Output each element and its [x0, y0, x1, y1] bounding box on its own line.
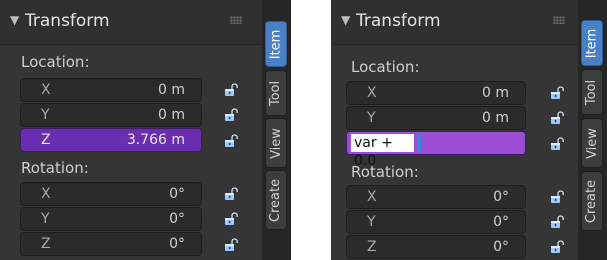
axis-label: Y: [41, 211, 50, 227]
lock-icon[interactable]: [550, 137, 564, 151]
location-x-field[interactable]: X 0 m: [346, 81, 526, 105]
field-value: 0 m: [158, 107, 185, 123]
axis-label: Z: [367, 239, 377, 255]
location-y-field[interactable]: Y 0 m: [20, 103, 202, 127]
drag-grip-icon[interactable]: [553, 16, 565, 24]
rotation-x-field[interactable]: X 0°: [20, 182, 202, 206]
rotation-z-field[interactable]: Z 0°: [346, 235, 526, 259]
tab-create[interactable]: Create: [265, 170, 287, 230]
field-value: 0 m: [482, 85, 509, 101]
lock-icon[interactable]: [550, 86, 564, 100]
transform-panel-right: ▼ Transform Location: X 0 m Y 0 m var + …: [331, 0, 607, 260]
tab-create[interactable]: Create: [581, 171, 603, 231]
axis-label: Z: [41, 132, 51, 148]
transform-panel-header[interactable]: ▼ Transform: [331, 0, 578, 45]
tab-view[interactable]: View: [265, 118, 287, 168]
lock-icon[interactable]: [550, 240, 564, 254]
text-cursor: [417, 134, 421, 152]
rotation-z-field[interactable]: Z 0°: [20, 232, 202, 256]
field-value: 0°: [169, 236, 185, 252]
collapse-arrow-icon[interactable]: ▼: [10, 13, 19, 27]
lock-icon[interactable]: [224, 187, 238, 201]
lock-icon[interactable]: [550, 190, 564, 204]
field-value: 0 m: [482, 110, 509, 126]
lock-icon[interactable]: [224, 238, 238, 252]
collapse-arrow-icon[interactable]: ▼: [341, 13, 350, 27]
tab-tool[interactable]: Tool: [265, 70, 287, 116]
drag-grip-icon[interactable]: [230, 16, 242, 24]
tab-item[interactable]: Item: [265, 21, 287, 67]
location-label: Location:: [351, 58, 420, 76]
transform-panel-header[interactable]: ▼ Transform: [0, 0, 262, 45]
tab-tool[interactable]: Tool: [581, 69, 603, 115]
field-value: 0°: [493, 239, 509, 255]
field-value: 0°: [493, 189, 509, 205]
field-value: 0°: [493, 214, 509, 230]
lock-icon[interactable]: [224, 134, 238, 148]
axis-label: Y: [367, 214, 376, 230]
axis-label: X: [41, 186, 51, 202]
location-x-field[interactable]: X 0 m: [20, 78, 202, 102]
location-z-field[interactable]: Z 3.766 m: [20, 128, 202, 152]
panel-title: Transform: [25, 11, 110, 31]
lock-icon[interactable]: [550, 111, 564, 125]
rotation-x-field[interactable]: X 0°: [346, 185, 526, 209]
location-z-field[interactable]: var + 0.0: [346, 131, 526, 169]
field-value: 0 m: [158, 82, 185, 98]
lock-icon[interactable]: [224, 212, 238, 226]
expression-input[interactable]: var + 0.0: [351, 134, 414, 169]
sidebar-tab-strip: Item Tool View Create: [262, 0, 291, 260]
rotation-label: Rotation:: [21, 159, 89, 177]
location-y-field[interactable]: Y 0 m: [346, 106, 526, 130]
rotation-y-field[interactable]: Y 0°: [20, 207, 202, 231]
field-value: 3.766 m: [126, 132, 185, 148]
axis-label: Z: [41, 236, 51, 252]
axis-label: X: [367, 85, 377, 101]
tab-item[interactable]: Item: [581, 20, 603, 66]
location-label: Location:: [21, 53, 90, 71]
axis-label: Y: [367, 110, 376, 126]
axis-label: X: [367, 189, 377, 205]
transform-panel-left: ▼ Transform Location: X 0 m Y 0 m Z 3.76…: [0, 0, 291, 260]
panel-title: Transform: [356, 11, 441, 31]
field-value: 0°: [169, 186, 185, 202]
axis-label: Y: [41, 107, 50, 123]
rotation-label: Rotation:: [351, 163, 419, 181]
tab-view[interactable]: View: [581, 118, 603, 168]
field-value: 0°: [169, 211, 185, 227]
lock-icon[interactable]: [550, 215, 564, 229]
axis-label: X: [41, 82, 51, 98]
rotation-y-field[interactable]: Y 0°: [346, 210, 526, 234]
lock-icon[interactable]: [224, 108, 238, 122]
lock-icon[interactable]: [224, 83, 238, 97]
sidebar-tab-strip: Item Tool View Create: [578, 0, 607, 260]
